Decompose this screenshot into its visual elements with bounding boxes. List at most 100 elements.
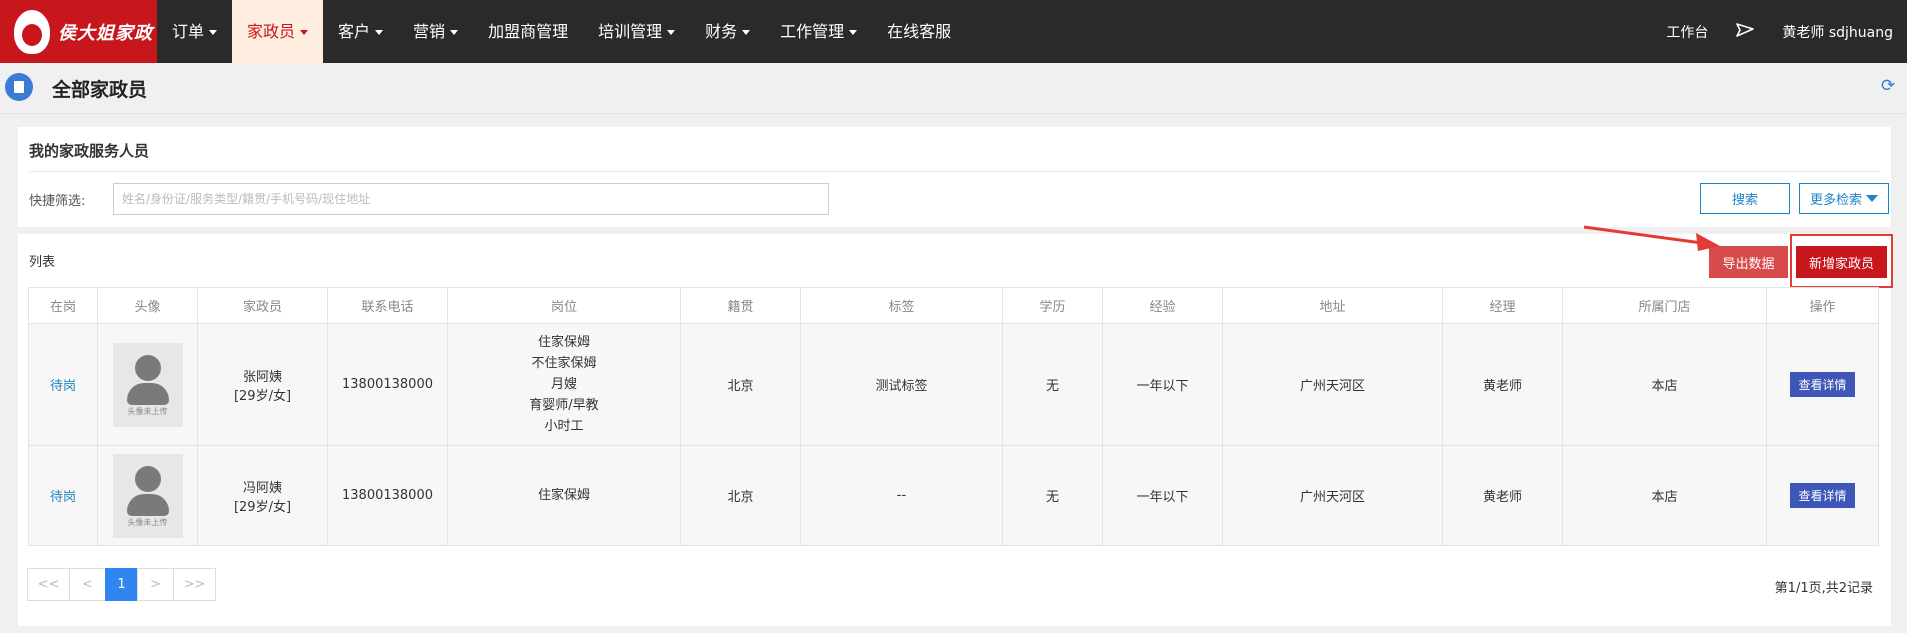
logo-portrait-icon [14, 9, 50, 54]
table-row: 待岗 头像未上传 冯阿姨 [29岁/女] 13800138000 住家保姆 北京 … [28, 445, 1879, 546]
nav-item-training[interactable]: 培训管理 [583, 0, 690, 63]
avatar-head-shape [134, 465, 161, 492]
column-header: 地址 [1222, 287, 1443, 324]
chevron-down-icon [849, 30, 858, 35]
avatar-body-shape [126, 493, 169, 516]
panel-title: 我的家政服务人员 [29, 142, 150, 160]
first-page-button[interactable]: << [27, 568, 70, 601]
column-header: 操作 [1766, 287, 1879, 324]
nav-item-orders[interactable]: 订单 [157, 0, 232, 63]
add-housekeeper-button[interactable]: 新增家政员 [1796, 246, 1887, 278]
column-header: 头像 [97, 287, 198, 324]
export-data-button[interactable]: 导出数据 [1709, 246, 1788, 278]
book-icon [5, 73, 33, 101]
tags-cell: 测试标签 [800, 323, 1003, 446]
pagination: << < 1 > >> [27, 568, 216, 601]
chevron-down-icon [375, 30, 384, 35]
column-header: 联系电话 [327, 287, 448, 324]
page-info: 第1/1页,共2记录 [1774, 581, 1873, 596]
user-menu[interactable]: 黄老师 sdjhuang [1768, 22, 1907, 42]
column-header: 学历 [1002, 287, 1103, 324]
nav-label: 培训管理 [598, 22, 663, 41]
position-item: 小时工 [544, 419, 584, 434]
refresh-icon[interactable]: ⟳ [1881, 77, 1899, 95]
quick-filter-label: 快捷筛选: [29, 194, 86, 209]
nav-label: 财务 [705, 22, 738, 41]
page-1-button[interactable]: 1 [105, 568, 138, 601]
housekeeper-table: 在岗 头像 家政员 联系电话 岗位 籍贯 标签 学历 经验 地址 经理 所属门店… [28, 287, 1879, 546]
main-nav: 订单 家政员 客户 营销 加盟商管理 培训管理 财务 工作管理 在线客服 [157, 0, 966, 63]
nav-label: 家政员 [247, 22, 296, 41]
more-search-button[interactable]: 更多检索 [1799, 183, 1889, 214]
manager-cell: 黄老师 [1442, 445, 1563, 546]
chevron-down-icon [742, 30, 751, 35]
column-header: 岗位 [447, 287, 681, 324]
brand-logo[interactable]: 侯大姐家政 [0, 0, 157, 63]
chevron-down-icon [300, 30, 309, 35]
experience-cell: 一年以下 [1102, 445, 1223, 546]
nav-label: 工作管理 [780, 22, 845, 41]
store-cell: 本店 [1562, 323, 1767, 446]
position-item: 不住家保姆 [531, 356, 597, 371]
send-icon[interactable] [1722, 22, 1768, 41]
nav-item-marketing[interactable]: 营销 [398, 0, 473, 63]
education-cell: 无 [1002, 445, 1103, 546]
position-item: 月嫂 [550, 377, 577, 392]
column-header: 经理 [1442, 287, 1563, 324]
column-header: 籍贯 [680, 287, 801, 324]
nav-label: 客户 [338, 22, 371, 41]
search-button[interactable]: 搜索 [1700, 183, 1790, 214]
phone-cell: 13800138000 [327, 445, 448, 546]
status-link[interactable]: 待岗 [50, 379, 76, 394]
nav-label: 营销 [413, 22, 446, 41]
column-header: 经验 [1102, 287, 1223, 324]
education-cell: 无 [1002, 323, 1103, 446]
list-label: 列表 [29, 255, 56, 270]
filter-panel: 我的家政服务人员 快捷筛选: 搜索 更多检索 [18, 127, 1891, 227]
nav-item-finance[interactable]: 财务 [690, 0, 765, 63]
origin-cell: 北京 [680, 445, 801, 546]
last-page-button[interactable]: >> [173, 568, 216, 601]
position-item: 住家保姆 [537, 488, 590, 503]
avatar-caption: 头像未上传 [127, 406, 168, 416]
status-link[interactable]: 待岗 [50, 490, 76, 505]
avatar-head-shape [134, 354, 161, 381]
avatar: 头像未上传 [112, 453, 183, 538]
next-page-button[interactable]: > [137, 568, 174, 601]
nav-item-franchise[interactable]: 加盟商管理 [473, 0, 583, 63]
chevron-down-icon [450, 30, 459, 35]
prev-page-button[interactable]: < [69, 568, 106, 601]
view-detail-button[interactable]: 查看详情 [1790, 483, 1855, 508]
column-header: 所属门店 [1562, 287, 1767, 324]
address-cell: 广州天河区 [1222, 445, 1443, 546]
address-cell: 广州天河区 [1222, 323, 1443, 446]
column-header: 在岗 [28, 287, 98, 324]
page-title: 全部家政员 [52, 79, 148, 101]
housekeeper-info: [29岁/女] [233, 388, 292, 404]
nav-item-online-service[interactable]: 在线客服 [872, 0, 966, 63]
more-search-label: 更多检索 [1809, 193, 1862, 208]
nav-item-housekeepers[interactable]: 家政员 [232, 0, 324, 63]
quick-filter-input[interactable] [113, 183, 829, 215]
nav-right: 工作台 黄老师 sdjhuang [1652, 0, 1907, 63]
column-header: 标签 [800, 287, 1003, 324]
nav-item-customers[interactable]: 客户 [323, 0, 398, 63]
caret-down-icon [1866, 195, 1878, 202]
position-item: 育婴师/早教 [529, 398, 599, 413]
table-row: 待岗 头像未上传 张阿姨 [29岁/女] 13800138000 住家保姆 不住家… [28, 323, 1879, 446]
origin-cell: 北京 [680, 323, 801, 446]
chevron-down-icon [667, 30, 676, 35]
top-navbar: 侯大姐家政 订单 家政员 客户 营销 加盟商管理 培训管理 财务 工作管理 在线… [0, 0, 1907, 63]
table-header-row: 在岗 头像 家政员 联系电话 岗位 籍贯 标签 学历 经验 地址 经理 所属门店… [28, 287, 1879, 324]
workbench-link[interactable]: 工作台 [1652, 22, 1722, 42]
avatar-caption: 头像未上传 [127, 517, 168, 527]
view-detail-button[interactable]: 查看详情 [1790, 372, 1855, 397]
divider [29, 171, 1880, 172]
chevron-down-icon [209, 30, 218, 35]
housekeeper-name: 冯阿姨 [242, 480, 282, 496]
housekeeper-info: [29岁/女] [233, 499, 292, 515]
position-item: 住家保姆 [537, 335, 590, 350]
nav-item-work[interactable]: 工作管理 [765, 0, 872, 63]
avatar-body-shape [126, 382, 169, 405]
housekeeper-name: 张阿姨 [242, 369, 282, 385]
